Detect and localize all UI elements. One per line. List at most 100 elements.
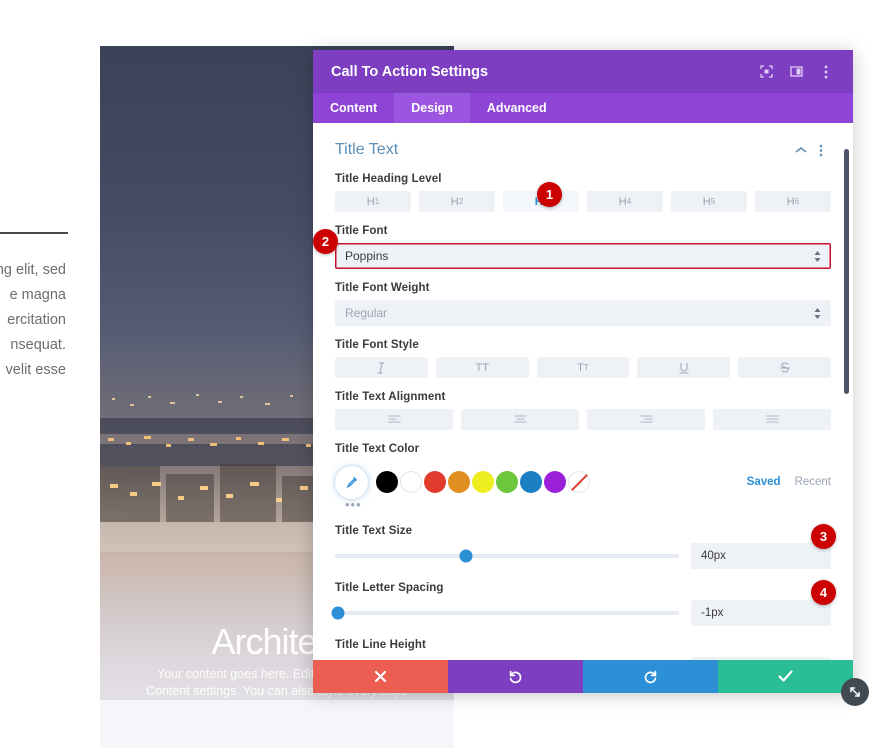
- title-line-height-row: 1em: [335, 657, 831, 660]
- title-text-section-header: Title Text: [335, 133, 831, 167]
- font-style-options: TT TT: [335, 357, 831, 378]
- title-letter-spacing-row: -1px: [331, 600, 831, 626]
- heading-level-h4[interactable]: H4: [587, 191, 663, 212]
- tab-content[interactable]: Content: [313, 93, 394, 123]
- eyedropper-icon[interactable]: [335, 465, 368, 499]
- save-button[interactable]: [718, 660, 853, 693]
- swatch-white[interactable]: [400, 471, 422, 493]
- title-text-size-slider[interactable]: [335, 549, 679, 563]
- swatch-green[interactable]: [496, 471, 518, 493]
- field-label-heading-level: Title Heading Level: [335, 173, 442, 185]
- title-text-size-input[interactable]: 40px: [691, 543, 831, 569]
- section-title: Title Text: [335, 141, 399, 158]
- swatch-black[interactable]: [376, 471, 398, 493]
- slider-thumb[interactable]: [331, 606, 345, 620]
- field-label-title-font-weight: Title Font Weight: [335, 282, 430, 294]
- chevron-up-icon[interactable]: [791, 146, 811, 154]
- annotation-badge-2: 2: [313, 229, 338, 254]
- modal-scrollbar[interactable]: [844, 123, 849, 660]
- annotation-badge-4: 4: [811, 580, 836, 605]
- swatch-red[interactable]: [424, 471, 446, 493]
- heading-level-h5[interactable]: H5: [671, 191, 747, 212]
- swatch-purple[interactable]: [544, 471, 566, 493]
- background-paragraph-line: velit esse: [5, 362, 66, 378]
- slider-thumb[interactable]: [459, 549, 473, 563]
- scrollbar-thumb[interactable]: [844, 149, 849, 394]
- chevron-updown-icon: [814, 307, 821, 319]
- h6-label: H: [786, 195, 795, 208]
- underline-icon[interactable]: [637, 357, 731, 378]
- field-title-text-color: Title Text Color Saved Recent •••: [335, 443, 831, 512]
- background-paragraph-line: e magna: [9, 287, 66, 303]
- annotation-badge-3: 3: [811, 524, 836, 549]
- heading-level-h6[interactable]: H6: [755, 191, 831, 212]
- h5-label: H: [702, 195, 711, 208]
- background-heading: ns: [0, 168, 88, 211]
- h5-sub: 5: [710, 197, 716, 206]
- field-label-title-font: Title Font: [335, 225, 388, 237]
- swatch-yellow[interactable]: [472, 471, 494, 493]
- title-letter-spacing-slider[interactable]: [331, 606, 679, 620]
- more-options-icon[interactable]: [813, 59, 839, 85]
- background-paragraph-line: ng elit, sed: [0, 262, 66, 278]
- field-title-line-height: Title Line Height 1em: [335, 639, 831, 660]
- italic-icon[interactable]: [335, 357, 428, 378]
- color-tabs: Saved Recent: [747, 476, 831, 488]
- background-paragraph-line: ercitation: [7, 312, 66, 328]
- text-alignment-options: [335, 409, 831, 430]
- tab-advanced[interactable]: Advanced: [470, 93, 564, 123]
- title-line-height-input[interactable]: 1em: [691, 657, 831, 660]
- strikethrough-icon[interactable]: [738, 357, 831, 378]
- expand-icon[interactable]: [753, 59, 779, 85]
- heading-level-h1[interactable]: H1: [335, 191, 411, 212]
- resize-handle-icon[interactable]: [841, 678, 869, 706]
- field-title-text-alignment: Title Text Alignment: [335, 391, 831, 430]
- title-letter-spacing-input[interactable]: -1px: [691, 600, 831, 626]
- title-font-value: Poppins: [345, 249, 389, 263]
- modal-titlebar: Call To Action Settings: [313, 50, 853, 93]
- h1-label: H: [366, 195, 375, 208]
- field-label-title-font-style: Title Font Style: [335, 339, 419, 351]
- layout-split-icon[interactable]: [783, 59, 809, 85]
- heading-level-h2[interactable]: H2: [419, 191, 495, 212]
- field-title-font-style: Title Font Style TT TT: [335, 339, 831, 378]
- uppercase-icon[interactable]: TT: [435, 357, 529, 378]
- align-justify-icon[interactable]: [713, 409, 831, 430]
- small-caps-icon[interactable]: TT: [536, 357, 630, 378]
- chevron-updown-icon: [814, 250, 821, 262]
- title-font-weight-select[interactable]: Regular: [335, 300, 831, 326]
- tab-design[interactable]: Design: [394, 93, 470, 123]
- modal-tabs: Content Design Advanced: [313, 93, 853, 123]
- h2-label: H: [450, 195, 459, 208]
- annotation-badge-1: 1: [537, 182, 562, 207]
- background-divider: [0, 232, 68, 234]
- swatch-orange[interactable]: [448, 471, 470, 493]
- modal-footer: [313, 660, 853, 693]
- h4-sub: 4: [626, 197, 632, 206]
- align-center-icon[interactable]: [461, 409, 579, 430]
- field-heading-level: Title Heading Level H1 H2 H3 H4: [335, 173, 831, 212]
- title-font-select[interactable]: Poppins: [335, 243, 831, 269]
- more-colors-icon[interactable]: •••: [345, 497, 831, 512]
- align-right-icon[interactable]: [587, 409, 705, 430]
- swatch-transparent[interactable]: [568, 471, 590, 493]
- field-title-font: Title Font Poppins: [335, 225, 831, 269]
- field-label-title-text-color: Title Text Color: [335, 443, 420, 455]
- align-left-icon[interactable]: [335, 409, 453, 430]
- modal-body: Title Text Title Heading Level H 1 H 2 H…: [313, 123, 853, 660]
- redo-button[interactable]: [583, 660, 718, 693]
- recent-colors-tab[interactable]: Recent: [795, 476, 831, 488]
- cancel-button[interactable]: [313, 660, 448, 693]
- field-label-title-line-height: Title Line Height: [335, 639, 426, 651]
- swatch-blue[interactable]: [520, 471, 542, 493]
- saved-colors-tab[interactable]: Saved: [747, 476, 781, 488]
- background-paragraph: ng elit, sed e magna ercitation nsequat.…: [0, 258, 66, 383]
- undo-button[interactable]: [448, 660, 583, 693]
- call-to-action-settings-modal: Call To Action Settings Content Design A…: [313, 50, 853, 693]
- field-label-title-letter-spacing: Title Letter Spacing: [335, 582, 444, 594]
- title-text-size-row: 40px: [335, 543, 831, 569]
- background-lower-panel: [100, 700, 454, 748]
- field-label-title-text-alignment: Title Text Alignment: [335, 391, 446, 403]
- section-menu-icon[interactable]: [811, 144, 831, 157]
- background-paragraph-line: nsequat.: [10, 337, 66, 353]
